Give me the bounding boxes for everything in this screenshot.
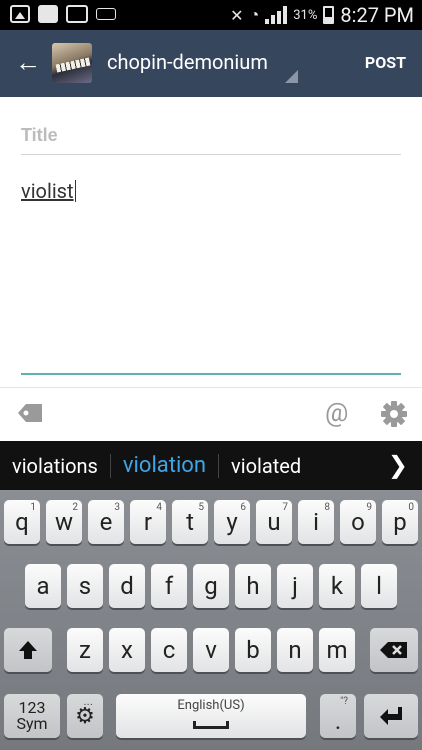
voicemail-icon: [66, 5, 88, 23]
shift-key[interactable]: [4, 628, 52, 672]
signal-icon: [265, 6, 288, 24]
back-arrow-icon[interactable]: ←: [14, 49, 42, 77]
dropdown-caret-icon[interactable]: [285, 70, 298, 83]
mute-icon: ✕: [230, 5, 244, 25]
period-key[interactable]: "? .: [320, 694, 356, 738]
battery-icon: [323, 6, 335, 24]
enter-arrow-icon: [380, 707, 402, 725]
key-t[interactable]: 5t: [172, 500, 208, 544]
key-q[interactable]: 1q: [4, 500, 40, 544]
key-g[interactable]: g: [193, 564, 229, 608]
status-bar: ✕ ◔ 31% 8:27 PM: [0, 0, 422, 30]
body-text-field[interactable]: violist: [21, 179, 76, 203]
backspace-key[interactable]: [370, 628, 418, 672]
key-u[interactable]: 7u: [256, 500, 292, 544]
app-notification-icon: [38, 5, 58, 23]
tag-icon[interactable]: [16, 402, 44, 424]
system-status: ✕ ◔ 31% 8:27 PM: [230, 0, 414, 30]
gallery-icon: [10, 5, 30, 23]
key-e[interactable]: 3e: [88, 500, 124, 544]
key-w[interactable]: 2w: [46, 500, 82, 544]
key-a[interactable]: a: [25, 564, 61, 608]
body-field-underline: [21, 373, 401, 375]
key-n[interactable]: n: [277, 628, 313, 672]
key-s[interactable]: s: [67, 564, 103, 608]
key-o[interactable]: 9o: [340, 500, 376, 544]
chevron-right-icon[interactable]: ❯: [388, 451, 408, 479]
body-text: violist: [21, 179, 74, 203]
blog-avatar[interactable]: [52, 43, 92, 83]
mention-icon[interactable]: @: [325, 398, 348, 428]
battery-percent: 31%: [293, 7, 318, 23]
keyboard-icon: [96, 8, 116, 20]
title-input[interactable]: [21, 117, 401, 155]
shift-arrow-icon: [19, 641, 37, 659]
key-z[interactable]: z: [67, 628, 103, 672]
key-y[interactable]: 6y: [214, 500, 250, 544]
suggestion-item[interactable]: violations: [0, 454, 110, 478]
key-p[interactable]: 0p: [382, 500, 418, 544]
suggestion-item[interactable]: violated: [219, 454, 313, 478]
key-f[interactable]: f: [151, 564, 187, 608]
keyboard: 1q 2w 3e 4r 5t 6y 7u 8i 9o 0p a s d f g …: [0, 490, 422, 750]
blog-selector[interactable]: chopin-demonium: [107, 50, 268, 74]
key-m[interactable]: m: [319, 628, 355, 672]
key-h[interactable]: h: [235, 564, 271, 608]
space-icon: [193, 721, 229, 729]
keyboard-settings-key[interactable]: ... ⚙: [67, 694, 103, 738]
key-d[interactable]: d: [109, 564, 145, 608]
post-editor: violist @: [0, 97, 422, 441]
notification-icons: [10, 5, 116, 23]
key-c[interactable]: c: [151, 628, 187, 672]
post-toolbar: @: [0, 387, 422, 441]
backspace-icon: [380, 642, 407, 658]
key-j[interactable]: j: [277, 564, 313, 608]
gear-icon[interactable]: [380, 400, 408, 428]
clock: 8:27 PM: [340, 3, 414, 27]
post-button[interactable]: POST: [365, 53, 406, 72]
enter-key[interactable]: [364, 694, 418, 738]
sym-key[interactable]: 123 Sym: [4, 694, 60, 738]
wifi-icon: ◔: [249, 5, 260, 24]
key-i[interactable]: 8i: [298, 500, 334, 544]
key-k[interactable]: k: [319, 564, 355, 608]
space-key[interactable]: English(US): [116, 694, 306, 738]
key-v[interactable]: v: [193, 628, 229, 672]
key-x[interactable]: x: [109, 628, 145, 672]
key-l[interactable]: l: [361, 564, 397, 608]
app-header: ← chopin-demonium POST: [0, 30, 422, 97]
text-cursor: [74, 180, 76, 202]
key-r[interactable]: 4r: [130, 500, 166, 544]
key-b[interactable]: b: [235, 628, 271, 672]
suggestion-bar: violations violation violated ❯: [0, 441, 422, 490]
suggestion-item-primary[interactable]: violation: [111, 453, 218, 478]
